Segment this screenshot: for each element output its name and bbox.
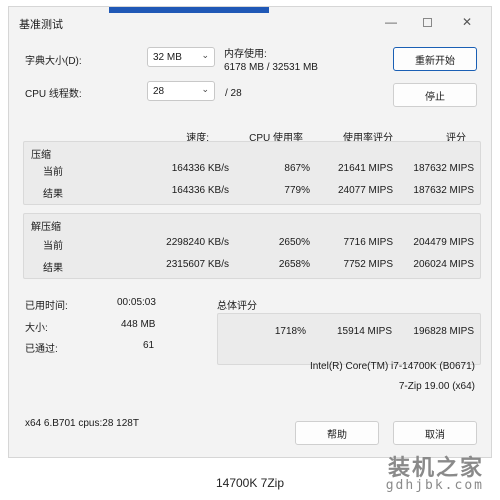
rating-value: 187632 MIPS xyxy=(413,185,474,196)
usage-rating-value: 7716 MIPS xyxy=(343,237,393,248)
cpu-threads-label: CPU 线程数: xyxy=(25,89,82,100)
row-label: 结果 xyxy=(43,189,63,200)
rating-value: 204479 MIPS xyxy=(413,237,474,248)
row-label: 当前 xyxy=(43,241,63,252)
memory-usage-label: 内存使用: xyxy=(224,49,267,60)
dict-size-value: 32 MB xyxy=(153,51,182,63)
row-label: 结果 xyxy=(43,263,63,274)
restart-button[interactable]: 重新开始 xyxy=(393,47,477,71)
cpu-usage-value: 779% xyxy=(284,185,310,196)
speed-value: 2315607 KB/s xyxy=(166,259,229,270)
cpu-threads-select[interactable]: 28 ⌄ xyxy=(147,81,215,101)
help-button[interactable]: 帮助 xyxy=(295,421,379,445)
decompress-group: 解压缩 当前 2298240 KB/s 2650% 7716 MIPS 2044… xyxy=(23,213,481,279)
close-icon[interactable]: ✕ xyxy=(459,14,475,30)
total-cpu-usage: 1718% xyxy=(274,326,306,337)
memory-usage-value: 6178 MB / 32531 MB xyxy=(224,62,318,73)
cpu-threads-value: 28 xyxy=(153,85,165,97)
compress-label: 压缩 xyxy=(31,150,51,161)
usage-rating-value: 24077 MIPS xyxy=(337,185,393,196)
elapsed-label: 已用时间: xyxy=(25,301,68,312)
title-bar: 基准测试 — ✕ xyxy=(9,7,491,37)
cpu-threads-total: / 28 xyxy=(225,88,242,99)
window-title: 基准测试 xyxy=(19,19,63,31)
speed-value: 2298240 KB/s xyxy=(166,237,229,248)
rating-value: 206024 MIPS xyxy=(413,259,474,270)
watermark-url: gdhjbk.com xyxy=(385,478,484,493)
cpu-name: Intel(R) Core(TM) i7-14700K (B0671) xyxy=(309,361,475,372)
speed-value: 164336 KB/s xyxy=(171,185,229,196)
cpu-usage-value: 867% xyxy=(284,163,310,174)
cpu-usage-value: 2650% xyxy=(278,237,310,248)
table-row: 当前 2298240 KB/s 2650% 7716 MIPS 204479 M… xyxy=(24,237,480,252)
speed-value: 164336 KB/s xyxy=(171,163,229,174)
chevron-down-icon: ⌄ xyxy=(201,84,209,94)
app-version: 7-Zip 19.00 (x64) xyxy=(398,381,475,392)
total-rating-label: 总体评分 xyxy=(217,301,257,312)
minimize-icon[interactable]: — xyxy=(383,14,399,30)
maximize-icon[interactable] xyxy=(419,14,435,30)
total-rating-group: 1718% 15914 MIPS 196828 MIPS xyxy=(217,313,481,365)
dict-size-select[interactable]: 32 MB ⌄ xyxy=(147,47,215,67)
usage-rating-value: 7752 MIPS xyxy=(343,259,393,270)
stop-button[interactable]: 停止 xyxy=(393,83,477,107)
passes-label: 已通过: xyxy=(25,344,58,355)
benchmark-window: 基准测试 — ✕ 字典大小(D): 32 MB ⌄ 内存使用: 6178 MB … xyxy=(8,6,492,458)
size-value: 448 MB xyxy=(121,319,156,330)
total-rating: 196828 MIPS xyxy=(413,326,474,337)
total-usage-rating: 15914 MIPS xyxy=(336,326,392,337)
usage-rating-value: 21641 MIPS xyxy=(337,163,393,174)
passes-value: 61 xyxy=(143,340,155,351)
table-row: 结果 2315607 KB/s 2658% 7752 MIPS 206024 M… xyxy=(24,259,480,274)
elapsed-value: 00:05:03 xyxy=(117,297,156,308)
compress-group: 压缩 当前 164336 KB/s 867% 21641 MIPS 187632… xyxy=(23,141,481,205)
arch-info: x64 6.B701 cpus:28 128T xyxy=(25,418,139,429)
cancel-button[interactable]: 取消 xyxy=(393,421,477,445)
table-row: 当前 164336 KB/s 867% 21641 MIPS 187632 MI… xyxy=(24,163,480,178)
chevron-down-icon: ⌄ xyxy=(201,50,209,60)
decompress-label: 解压缩 xyxy=(31,222,61,233)
cpu-usage-value: 2658% xyxy=(278,259,310,270)
table-row: 结果 164336 KB/s 779% 24077 MIPS 187632 MI… xyxy=(24,185,480,200)
size-label: 大小: xyxy=(25,323,48,334)
row-label: 当前 xyxy=(43,167,63,178)
dict-size-label: 字典大小(D): xyxy=(25,56,82,67)
rating-value: 187632 MIPS xyxy=(413,163,474,174)
